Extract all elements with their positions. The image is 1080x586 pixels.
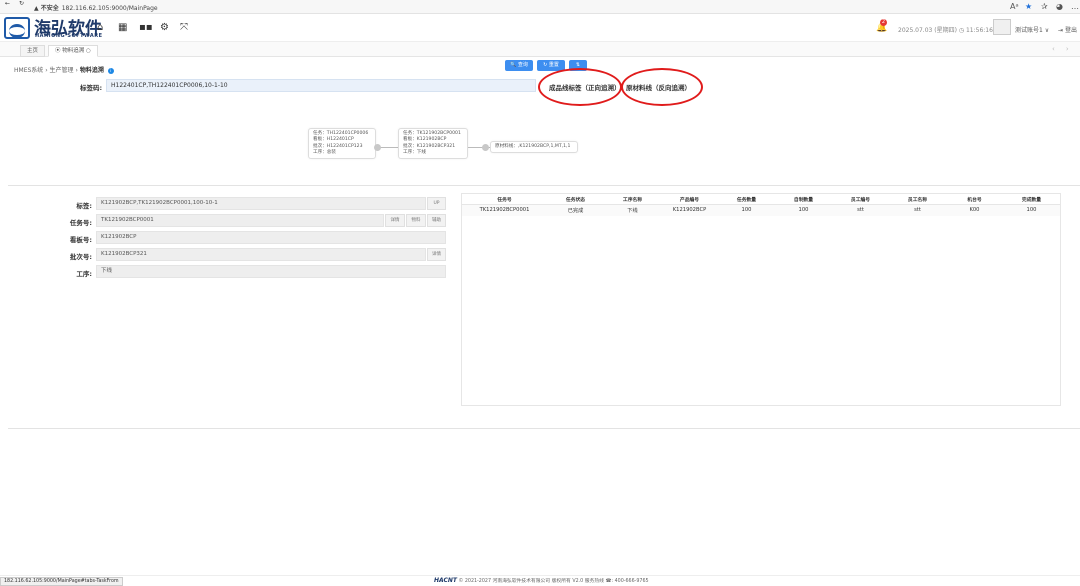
logout-label: 登出 [1064, 27, 1077, 34]
favorites-icon[interactable]: ✰ [1041, 2, 1048, 11]
logo-subtext: HAIHONG SOFTWARE [35, 33, 103, 39]
column-header[interactable]: 员工名称 [889, 196, 946, 203]
column-header[interactable]: 员工编号 [832, 196, 889, 203]
trace-connector-dot [374, 144, 381, 151]
column-header[interactable]: 产品编号 [661, 196, 718, 203]
table-cell: TK121902BCP0001 [479, 207, 530, 213]
tab-bar [0, 42, 1080, 57]
column-header[interactable]: 机台号 [946, 196, 1003, 203]
kanban-field[interactable]: K121902BCP [96, 231, 446, 244]
grid-icon[interactable]: ▪▪ [139, 22, 153, 33]
process-field[interactable]: 下线 [96, 265, 446, 278]
table-cell: stt [914, 207, 921, 213]
tab-home[interactable]: 主页 [20, 45, 46, 57]
column-header[interactable]: 任务数量 [718, 196, 775, 203]
favorite-star-icon[interactable]: ★ [1025, 2, 1032, 11]
section-divider [8, 428, 1080, 429]
table-cell: 已完成 [567, 208, 584, 214]
logo-icon [4, 17, 30, 39]
notification-badge: 2 [880, 19, 887, 26]
table-cell: K121902BCP [672, 207, 707, 213]
breadcrumb-separator: › [75, 67, 78, 74]
table-cell: 100 [1026, 207, 1037, 213]
datetime: 2025.07.03 (星期四) ◷ 11:56:16 [898, 27, 993, 34]
node-line: 工序：下线 [403, 149, 426, 155]
security-label: 不安全 [40, 5, 59, 12]
column-header[interactable]: 完成数量 [1003, 196, 1060, 203]
url-text: 182.116.62.105:9000/MainPage [61, 5, 158, 12]
node-line: 原材料线：,K121902BCP,1,MT,1,1 [495, 144, 571, 149]
task-table [461, 193, 1061, 406]
column-header[interactable]: 自制数量 [775, 196, 832, 203]
info-icon[interactable]: i [107, 67, 114, 74]
breadcrumb-root[interactable]: HMES系统 [14, 67, 43, 74]
table-cell: stt [857, 207, 864, 213]
label-code-input[interactable]: H122401CP,TH122401CP0006,10-1-10 [106, 79, 536, 92]
process-label: 工序: [76, 270, 92, 278]
fullscreen-icon[interactable]: ⤧ [180, 22, 188, 33]
read-aloud-icon[interactable]: Aᵃ [1010, 2, 1019, 11]
table-cell: 100 [741, 207, 752, 213]
annotation-circle [621, 68, 703, 106]
more-icon[interactable]: … [1071, 2, 1079, 11]
task-material-button[interactable]: 物料 [406, 214, 426, 227]
node-line: 批次：K121902BCP321 [403, 143, 456, 149]
calendar-icon[interactable]: ▦ [118, 22, 127, 33]
kanban-label: 看板号: [69, 236, 92, 244]
avatar[interactable] [993, 19, 1011, 35]
home-icon[interactable]: ⌂ [97, 22, 103, 33]
column-header[interactable]: 工序名称 [604, 196, 661, 203]
copyright: HACNT © 2021-2027 河南海弘软件技术有限公司 版权所有 V2.0… [434, 577, 649, 584]
refresh-icon[interactable]: ↻ [19, 0, 24, 7]
table-cell: 100 [798, 207, 809, 213]
up-button[interactable]: UP [427, 197, 446, 210]
section-divider [8, 185, 1080, 186]
tag-field[interactable]: K121902BCP,TK121902BCP0001,100-10-1 [96, 197, 426, 210]
node-line: 批次：H122401CP123 [313, 143, 363, 149]
breadcrumb-separator: › [45, 67, 48, 74]
task-auxiliary-button[interactable]: 辅助 [427, 214, 446, 227]
task-label: 任务号: [69, 219, 92, 227]
trace-node[interactable]: 任务：TH122401CP0006 看板：H122401CP 批次：H12240… [308, 128, 376, 160]
trace-node[interactable]: 任务：TK121902BCP0001 看板：K121902BCP 批次：K121… [398, 128, 468, 160]
query-button[interactable]: 🔍 查询 [505, 60, 533, 71]
settings-icon[interactable]: ⚙ [160, 22, 169, 33]
node-line: 工序：总装 [313, 149, 336, 155]
address-bar[interactable]: ▲ 不安全 182.116.62.105:9000/MainPage [34, 3, 158, 12]
breadcrumb: HMES系统 › 生产管理 › 物料追溯 i [14, 65, 114, 74]
task-field[interactable]: TK121902BCP0001 [96, 214, 384, 227]
column-header[interactable]: 任务状态 [547, 196, 604, 203]
batch-field[interactable]: K121902BCP321 [96, 248, 426, 261]
profile-icon[interactable]: ◕ [1056, 2, 1063, 11]
tab-material-trace[interactable]: ⦿ 物料追溯 ○ [48, 45, 98, 57]
footer-logo: HACNT [434, 577, 457, 584]
copyright-text: © 2021-2027 河南海弘软件技术有限公司 版权所有 V2.0 服务热线 … [458, 579, 649, 584]
security-warning-icon: ▲ 不安全 [34, 5, 59, 12]
task-detail-button[interactable]: 详情 [385, 214, 405, 227]
table-cell: 下线 [627, 208, 638, 214]
back-icon[interactable]: ← [5, 0, 10, 7]
tab-scroll-icon[interactable]: ‹ › [1052, 45, 1069, 53]
breadcrumb-parent[interactable]: 生产管理 [50, 67, 74, 74]
column-header[interactable]: 任务号 [462, 196, 547, 203]
status-url: 182.116.62.105:9000/MainPage#tabs-TaskFr… [0, 577, 123, 586]
trace-connector-dot [482, 144, 489, 151]
browser-toolbar [0, 0, 1080, 14]
user-menu[interactable]: 测试账号1 ∨ [1015, 25, 1049, 34]
trace-node[interactable]: 原材料线：,K121902BCP,1,MT,1,1 [490, 141, 578, 154]
table-cell: K00 [969, 207, 980, 213]
logout-button[interactable]: ⇥ 登出 [1058, 25, 1077, 34]
annotation-circle [538, 68, 622, 106]
batch-label: 批次号: [69, 253, 92, 261]
label-code-label: 标签码: [80, 84, 103, 92]
tag-label: 标签: [76, 202, 92, 210]
batch-detail-button[interactable]: 详情 [427, 248, 446, 261]
breadcrumb-current: 物料追溯 [79, 67, 104, 74]
